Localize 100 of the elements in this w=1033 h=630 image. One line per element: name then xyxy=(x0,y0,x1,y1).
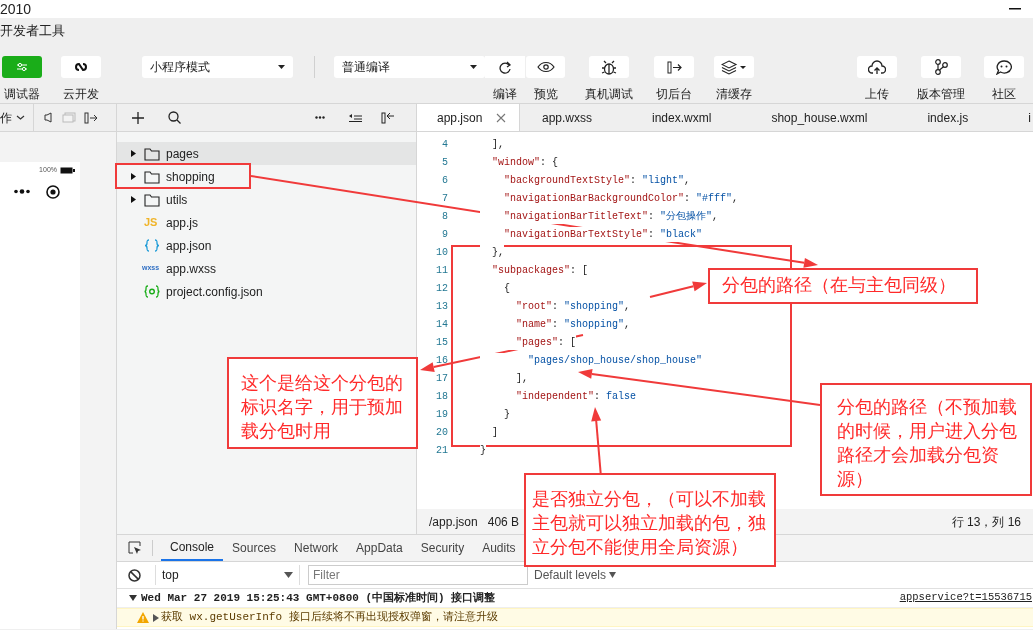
caret-icon[interactable] xyxy=(284,572,293,578)
filter-field[interactable]: Filter xyxy=(308,565,528,585)
inspect-icon[interactable] xyxy=(128,541,142,555)
folder-icon[interactable] xyxy=(144,192,160,207)
caret-icon[interactable] xyxy=(278,65,285,69)
panel-arrow-icon[interactable] xyxy=(84,111,98,124)
devtools-tab[interactable]: AppData xyxy=(347,535,412,561)
editor-tab[interactable]: shop_house.wxml xyxy=(749,104,906,131)
collapsed-caret-icon[interactable] xyxy=(130,196,137,203)
minimize-icon[interactable] xyxy=(1009,7,1021,11)
source-link[interactable]: appservice?t=15536715 xyxy=(899,590,1033,606)
devtools-tab[interactable]: Security xyxy=(411,535,474,561)
editor-tab[interactable]: app.json xyxy=(417,104,520,131)
folder-icon[interactable] xyxy=(144,169,160,184)
arrow-right-button[interactable] xyxy=(654,56,694,78)
target-icon[interactable] xyxy=(46,184,60,199)
file-tree-item[interactable]: project.config.json xyxy=(117,280,416,303)
refresh-icon[interactable] xyxy=(498,60,512,74)
folder-icon[interactable] xyxy=(144,146,160,161)
cloud-upload-icon[interactable] xyxy=(868,59,886,75)
more-dots-icon[interactable] xyxy=(14,189,30,194)
editor-tab[interactable]: i xyxy=(1006,104,1033,131)
line-number: 16 xyxy=(435,353,448,368)
caret-icon[interactable] xyxy=(609,572,617,578)
annotation-arrow xyxy=(649,281,707,298)
toolbar-label: 预览 xyxy=(533,86,558,103)
speaker-icon[interactable] xyxy=(44,112,52,123)
file-tree-item[interactable]: JS app.js xyxy=(117,211,416,234)
branch-icon[interactable] xyxy=(934,59,948,75)
devtools-tab[interactable]: Sources xyxy=(223,535,286,561)
context-select[interactable]: top xyxy=(155,565,300,585)
compile-dropdown[interactable]: 普通编译 xyxy=(334,56,485,78)
layers-button[interactable] xyxy=(714,56,754,78)
editor-tab[interactable]: index.wxml xyxy=(630,104,750,131)
log-levels-dropdown[interactable]: Default levels xyxy=(534,566,607,584)
mode-dropdown[interactable]: 小程序模式 xyxy=(142,56,293,78)
close-icon[interactable] xyxy=(496,112,507,123)
line-number: 6 xyxy=(441,173,448,188)
annotation-note: 这个是给这个分包的标识名字，用于预加载分包时用 xyxy=(227,357,418,449)
caret-icon[interactable] xyxy=(470,65,477,69)
toolbar-label: 上传 xyxy=(865,86,889,103)
devtools-tab[interactable]: Network xyxy=(285,535,348,561)
branch-button[interactable] xyxy=(921,56,961,78)
annotation-note: 是否独立分包，（可以不加载主包就可以独立加载的包，独立分包不能使用全局资源） xyxy=(524,473,776,567)
line-number: 7 xyxy=(441,191,448,206)
more-icon[interactable] xyxy=(315,116,325,119)
add-icon[interactable] xyxy=(132,111,144,124)
devtools-tab[interactable]: Audits xyxy=(473,535,525,561)
cloud-upload-button[interactable] xyxy=(857,56,897,78)
line-number: 19 xyxy=(435,407,448,422)
collapsed-caret-icon[interactable] xyxy=(130,173,137,180)
line-number: 20 xyxy=(435,425,448,440)
editor-tab[interactable]: app.wxss xyxy=(520,104,631,131)
file-tree-item[interactable]: utils xyxy=(117,188,416,211)
panel-collapse-icon[interactable] xyxy=(381,111,395,124)
collapse-list-icon[interactable] xyxy=(349,113,362,122)
chat-icon[interactable] xyxy=(996,59,1012,75)
link-button[interactable] xyxy=(61,56,101,78)
line-number: 11 xyxy=(435,263,448,278)
collapsed-caret-icon[interactable] xyxy=(153,613,159,622)
layers-icon[interactable] xyxy=(721,59,747,75)
line-number: 13 xyxy=(435,299,448,314)
console-message: 获取 wx.getUserInfo 接口后续将不再出现授权弹窗，请注意升级 xyxy=(161,610,498,626)
toolbar-label: 云开发 xyxy=(63,86,99,103)
file-tree-item[interactable]: shopping xyxy=(117,165,416,188)
eye-button[interactable] xyxy=(526,56,565,78)
bug-button[interactable] xyxy=(589,56,629,78)
link-icon[interactable] xyxy=(72,61,90,73)
sliders-button[interactable] xyxy=(2,56,42,78)
window-title: 2010 xyxy=(0,0,32,18)
annotation-note: 分包的路径（不预加载的时候，用户进入分包路径才会加载分包资源） xyxy=(820,383,1032,496)
annotation-note: 分包的路径（在与主包同级） xyxy=(708,268,978,304)
refresh-button[interactable] xyxy=(485,56,525,78)
sliders-icon[interactable] xyxy=(14,61,30,73)
line-number: 17 xyxy=(435,371,448,386)
line-number: 12 xyxy=(435,281,448,296)
file-size: 406 B xyxy=(487,513,520,531)
chat-button[interactable] xyxy=(984,56,1024,78)
eye-icon[interactable] xyxy=(536,61,555,73)
search-icon[interactable] xyxy=(168,111,181,124)
clear-icon[interactable] xyxy=(128,568,141,582)
app-title: 开发者工具 xyxy=(0,22,65,41)
bug-icon[interactable] xyxy=(601,59,617,75)
arrow-right-icon[interactable] xyxy=(666,60,682,74)
console-message: Wed Mar 27 2019 15:25:43 GMT+0800 (中国标准时间) 接口调整 xyxy=(141,590,496,606)
settings-braces-icon[interactable] xyxy=(144,285,160,298)
file-tree-item[interactable]: app.json xyxy=(117,234,416,257)
collapsed-caret-icon[interactable] xyxy=(130,150,137,157)
line-number: 21 xyxy=(435,443,448,458)
editor-tab[interactable]: index.js xyxy=(905,104,1007,131)
devtools-tab[interactable]: Console xyxy=(161,535,224,561)
file-tree-item[interactable]: pages xyxy=(117,142,416,165)
toolbar-label: 调试器 xyxy=(4,86,40,103)
battery-icon xyxy=(60,166,75,174)
toolbar-label: 切后台 xyxy=(656,86,692,103)
chevron-down-icon[interactable] xyxy=(16,115,25,120)
expanded-caret-icon[interactable] xyxy=(129,595,137,601)
toolbar-label: 编译 xyxy=(493,86,517,103)
line-number: 15 xyxy=(435,335,448,350)
braces-icon[interactable] xyxy=(144,239,160,252)
